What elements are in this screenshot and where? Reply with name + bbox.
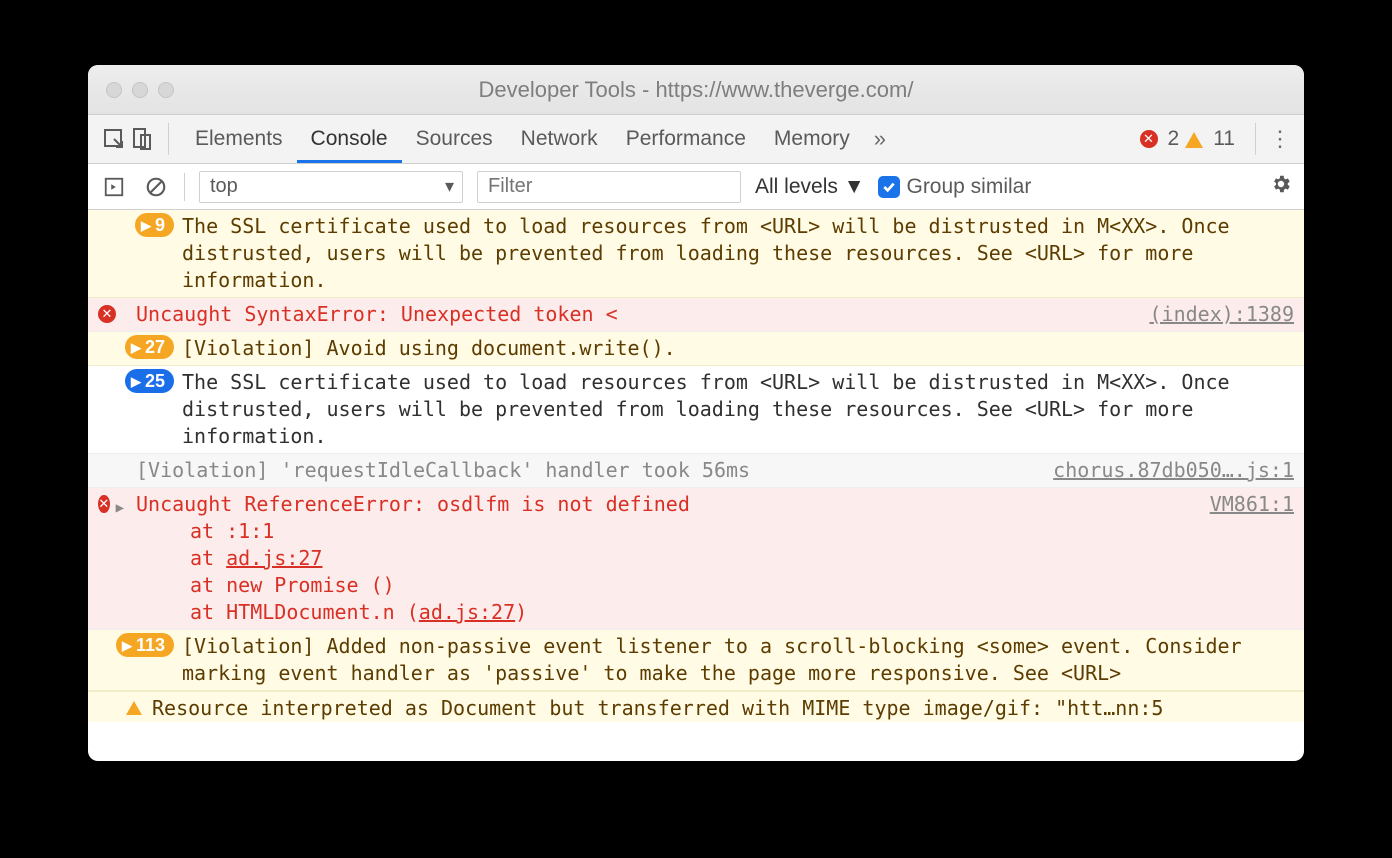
expand-stack-icon[interactable]: ▶	[116, 495, 124, 626]
error-count: 2	[1168, 127, 1180, 151]
context-value: top	[210, 175, 238, 198]
message-text: [Violation] Avoid using document.write()…	[182, 335, 1294, 362]
tab-elements[interactable]: Elements	[181, 115, 297, 163]
log-levels-selector[interactable]: All levels ▼	[755, 175, 864, 199]
message-text: Uncaught SyntaxError: Unexpected token <	[136, 301, 1130, 328]
console-messages[interactable]: ▶9 The SSL certificate used to load resou…	[88, 210, 1304, 761]
tab-performance[interactable]: Performance	[612, 115, 760, 163]
tab-network[interactable]: Network	[507, 115, 612, 163]
context-selector[interactable]: top	[199, 171, 463, 203]
message-text: [Violation] Added non-passive event list…	[182, 633, 1294, 687]
console-message[interactable]: ▶27 [Violation] Avoid using document.writ…	[88, 332, 1304, 366]
stack-frame: at new Promise ()	[136, 572, 1294, 599]
stack-frame: at :1:1	[136, 518, 1294, 545]
window-controls	[88, 82, 174, 98]
clear-console-icon[interactable]	[142, 173, 170, 201]
message-text: The SSL certificate used to load resourc…	[182, 369, 1294, 450]
console-settings-icon[interactable]	[1270, 173, 1292, 201]
error-icon: ✕	[98, 495, 110, 513]
device-toolbar-icon[interactable]	[128, 125, 156, 153]
message-text: [Violation] 'requestIdleCallback' handle…	[136, 457, 1033, 484]
window-title: Developer Tools - https://www.theverge.c…	[88, 77, 1304, 103]
close-window-button[interactable]	[106, 82, 122, 98]
devtools-window: Developer Tools - https://www.theverge.c…	[88, 65, 1304, 761]
group-similar-label: Group similar	[906, 175, 1031, 199]
error-warning-counts[interactable]: ✕ 2 11	[1140, 127, 1236, 151]
message-text: Uncaught ReferenceError: osdlfm is not d…	[136, 491, 1190, 518]
message-source-link[interactable]: (index):1389	[1150, 301, 1295, 328]
tab-sources[interactable]: Sources	[402, 115, 507, 163]
message-source-link[interactable]: VM861:1	[1210, 491, 1294, 518]
minimize-window-button[interactable]	[132, 82, 148, 98]
warning-icon	[126, 701, 142, 715]
console-message[interactable]: ▶113 [Violation] Added non-passive event …	[88, 630, 1304, 691]
message-count-pill[interactable]: ▶25	[125, 369, 174, 393]
message-count-pill[interactable]: ▶9	[135, 213, 174, 237]
message-source-link[interactable]: chorus.87db050….js:1	[1053, 457, 1294, 484]
inspect-element-icon[interactable]	[100, 125, 128, 153]
warning-count: 11	[1213, 127, 1235, 151]
stack-frame: at HTMLDocument.n (ad.js:27)	[136, 599, 1294, 626]
tab-console[interactable]: Console	[297, 115, 402, 163]
tab-memory[interactable]: Memory	[760, 115, 864, 163]
group-similar-checkbox[interactable]	[878, 176, 900, 198]
kebab-menu-icon[interactable]: ⋮	[1268, 126, 1292, 152]
console-message[interactable]: Resource interpreted as Document but tra…	[88, 691, 1304, 722]
stack-frame: at ad.js:27	[136, 545, 1294, 572]
toggle-console-sidebar-icon[interactable]	[100, 173, 128, 201]
console-toolbar: top All levels ▼ Group similar	[88, 164, 1304, 210]
tabs-overflow-button[interactable]: »	[874, 126, 886, 152]
console-message[interactable]: [Violation] 'requestIdleCallback' handle…	[88, 454, 1304, 488]
zoom-window-button[interactable]	[158, 82, 174, 98]
error-icon: ✕	[1140, 130, 1158, 148]
window-titlebar: Developer Tools - https://www.theverge.c…	[88, 65, 1304, 115]
stack-frame-link[interactable]: ad.js:27	[226, 546, 322, 570]
error-icon: ✕	[98, 305, 116, 323]
devtools-tabbar: ElementsConsoleSourcesNetworkPerformance…	[88, 115, 1304, 164]
filter-input[interactable]	[477, 171, 741, 203]
stack-frame-link[interactable]: ad.js:27	[419, 600, 515, 624]
message-text: The SSL certificate used to load resourc…	[182, 213, 1294, 294]
console-message[interactable]: ▶9 The SSL certificate used to load resou…	[88, 210, 1304, 298]
console-message[interactable]: ✕ ▶ Uncaught ReferenceError: osdlfm is not…	[88, 488, 1304, 630]
warning-icon	[1185, 132, 1203, 148]
message-count-pill[interactable]: ▶113	[116, 633, 174, 657]
message-count-pill[interactable]: ▶27	[125, 335, 174, 359]
console-message[interactable]: ▶25 The SSL certificate used to load reso…	[88, 366, 1304, 454]
console-message[interactable]: ✕ Uncaught SyntaxError: Unexpected token …	[88, 298, 1304, 332]
